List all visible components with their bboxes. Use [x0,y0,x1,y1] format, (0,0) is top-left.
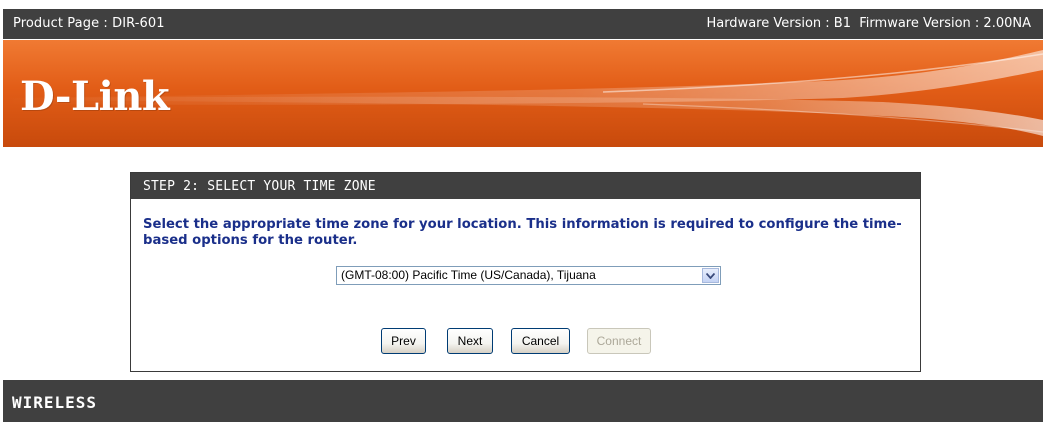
top-info-bar: Product Page : DIR-601 Hardware Version … [3,9,1043,39]
wireless-label: WIRELESS [12,393,98,412]
wizard-panel: STEP 2: SELECT YOUR TIME ZONE Select the… [130,172,921,372]
bottom-bar: WIRELESS [3,380,1043,422]
step-title: STEP 2: SELECT YOUR TIME ZONE [131,173,920,199]
prev-button[interactable]: Prev [381,328,426,354]
dlink-logo: D-Link [20,73,170,120]
next-button[interactable]: Next [447,328,493,354]
cancel-button[interactable]: Cancel [511,328,570,354]
hardware-version-label: Hardware Version : B1 [706,16,851,31]
chevron-down-icon[interactable] [702,268,719,283]
version-info: Hardware Version : B1 Firmware Version :… [706,16,1031,31]
instruction-text: Select the appropriate time zone for you… [143,217,902,248]
firmware-version-label: Firmware Version : 2.00NA [859,16,1031,31]
product-page-label: Product Page : DIR-601 [13,16,165,31]
connect-button: Connect [587,328,651,354]
router-setup-page: Product Page : DIR-601 Hardware Version … [0,0,1048,422]
timezone-select[interactable]: (GMT-08:00) Pacific Time (US/Canada), Ti… [336,266,721,285]
timezone-selected-value: (GMT-08:00) Pacific Time (US/Canada), Ti… [341,268,596,282]
brand-banner: D-Link [3,40,1043,147]
